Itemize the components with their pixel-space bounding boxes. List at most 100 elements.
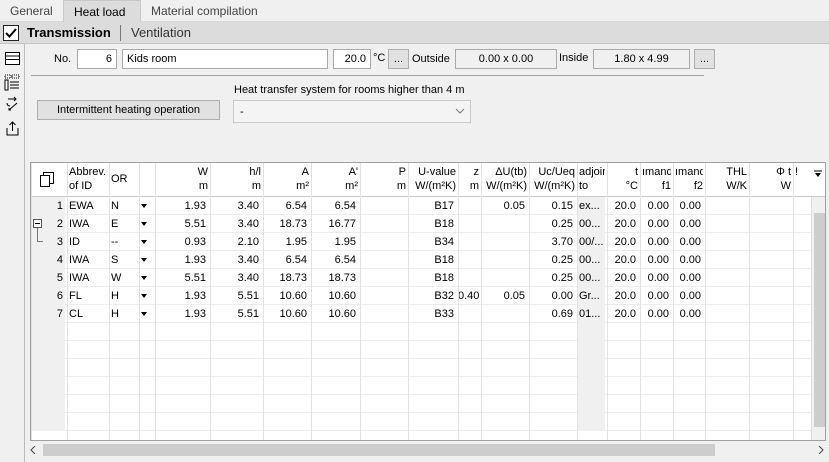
u-value-cell[interactable] (408, 395, 456, 413)
table-row[interactable]: 3 ID -- 0.93 2.10 1.95 1.95 B34 3.70 00/... 20.0 0.… (31, 233, 825, 251)
u-value-cell[interactable]: B33 (408, 305, 456, 323)
id-cell[interactable]: IWA (67, 269, 107, 287)
section-title-transmission[interactable]: Transmission (27, 25, 111, 40)
orientation-dropdown-icon[interactable] (141, 204, 147, 208)
column-header-a[interactable]: Am² (265, 165, 309, 193)
swap-icon[interactable] (4, 96, 21, 113)
horizontal-scrollbar[interactable] (25, 442, 829, 458)
f1-cell[interactable]: 0.00 (640, 197, 671, 215)
u-value-cell[interactable]: B18 (408, 251, 456, 269)
area-cell[interactable] (263, 323, 309, 341)
u-value-cell[interactable]: B18 (408, 215, 456, 233)
id-cell[interactable] (67, 377, 107, 395)
warning-cell[interactable] (793, 323, 801, 341)
u-value-cell[interactable] (408, 359, 456, 377)
adjoin-cell[interactable] (577, 359, 605, 377)
scroll-left-icon[interactable] (29, 446, 37, 454)
delta-u-cell[interactable]: 0.05 (481, 197, 527, 215)
f1-cell[interactable]: 0.00 (640, 305, 671, 323)
adjoin-cell[interactable]: 01... (577, 305, 605, 323)
thl-cell[interactable] (705, 323, 747, 341)
column-header-abbrev[interactable]: Abbrev. of ID (69, 165, 107, 193)
id-cell[interactable]: IWA (67, 251, 107, 269)
phi-cell[interactable] (749, 215, 791, 233)
perimeter-cell[interactable] (360, 233, 406, 251)
column-header-h[interactable]: h/l m (212, 165, 261, 193)
area-cell[interactable] (263, 413, 309, 431)
room-name-field[interactable]: Kids room (122, 49, 328, 69)
orientation-dropdown-icon[interactable] (141, 312, 147, 316)
orientation-cell[interactable] (109, 395, 139, 413)
orientation-cell[interactable]: E (109, 215, 139, 233)
phi-cell[interactable] (749, 197, 791, 215)
orientation-cell[interactable]: H (109, 287, 139, 305)
f1-cell[interactable] (640, 323, 671, 341)
height-cell[interactable]: 3.40 (210, 269, 261, 287)
f2-cell[interactable] (673, 359, 703, 377)
orientation-cell[interactable] (109, 323, 139, 341)
f1-cell[interactable]: 0.00 (640, 251, 671, 269)
table-row[interactable] (31, 359, 825, 377)
table-row[interactable] (31, 377, 825, 395)
orientation-cell[interactable] (109, 413, 139, 431)
delta-u-cell[interactable] (481, 305, 527, 323)
orientation-cell[interactable]: W (109, 269, 139, 287)
net-area-cell[interactable]: 10.60 (311, 287, 358, 305)
f1-cell[interactable] (640, 377, 671, 395)
delta-u-cell[interactable] (481, 377, 527, 395)
adjoin-cell[interactable]: ex... (577, 197, 605, 215)
adjoin-cell[interactable]: 00... (577, 215, 605, 233)
net-area-cell[interactable]: 16.77 (311, 215, 358, 233)
id-cell[interactable]: CL (67, 305, 107, 323)
column-header-f2[interactable]: ımand f2 (675, 165, 703, 193)
orientation-dropdown-icon[interactable] (141, 222, 147, 226)
f1-cell[interactable] (640, 395, 671, 413)
f1-cell[interactable]: 0.00 (640, 269, 671, 287)
column-header-z[interactable]: zm (460, 165, 479, 193)
area-cell[interactable]: 10.60 (263, 305, 309, 323)
phi-cell[interactable] (749, 233, 791, 251)
phi-cell[interactable] (749, 359, 791, 377)
thl-cell[interactable] (705, 395, 747, 413)
warning-cell[interactable] (793, 305, 801, 323)
id-cell[interactable] (67, 341, 107, 359)
temperature-cell[interactable] (607, 341, 638, 359)
phi-cell[interactable] (749, 269, 791, 287)
temperature-cell[interactable] (607, 323, 638, 341)
id-cell[interactable]: IWA (67, 215, 107, 233)
column-header-uc[interactable]: Uc/Ueq W/(m²K) (531, 165, 575, 193)
column-menu-icon[interactable] (813, 170, 823, 178)
z-cell[interactable] (458, 197, 479, 215)
adjoin-cell[interactable] (577, 413, 605, 431)
z-cell[interactable] (458, 341, 479, 359)
net-area-cell[interactable] (311, 395, 358, 413)
table-row[interactable]: 2 IWA E 5.51 3.40 18.73 16.77 B18 0.25 00... 20.0 0… (31, 215, 825, 233)
tab-material-compilation[interactable]: Material compilation (141, 0, 268, 22)
orientation-dropdown-icon[interactable] (141, 240, 147, 244)
table-view-icon[interactable] (4, 50, 21, 67)
height-cell[interactable] (210, 323, 261, 341)
net-area-cell[interactable]: 18.73 (311, 269, 358, 287)
orientation-dropdown-icon[interactable] (141, 258, 147, 262)
width-cell[interactable] (155, 323, 208, 341)
width-cell[interactable]: 1.93 (155, 197, 208, 215)
net-area-cell[interactable]: 6.54 (311, 197, 358, 215)
vertical-scrollbar-thumb[interactable] (814, 213, 825, 427)
thl-cell[interactable] (705, 233, 747, 251)
uc-value-cell[interactable] (529, 413, 575, 431)
delta-u-cell[interactable] (481, 341, 527, 359)
warning-cell[interactable] (793, 341, 801, 359)
delta-u-cell[interactable] (481, 251, 527, 269)
net-area-cell[interactable] (311, 377, 358, 395)
f2-cell[interactable]: 0.00 (673, 233, 703, 251)
area-cell[interactable] (263, 341, 309, 359)
area-cell[interactable] (263, 359, 309, 377)
adjoin-cell[interactable] (577, 341, 605, 359)
adjoin-cell[interactable] (577, 323, 605, 341)
u-value-cell[interactable] (408, 413, 456, 431)
width-cell[interactable] (155, 395, 208, 413)
area-cell[interactable] (263, 377, 309, 395)
delta-u-cell[interactable] (481, 269, 527, 287)
warning-cell[interactable] (793, 395, 801, 413)
warning-cell[interactable] (793, 233, 801, 251)
